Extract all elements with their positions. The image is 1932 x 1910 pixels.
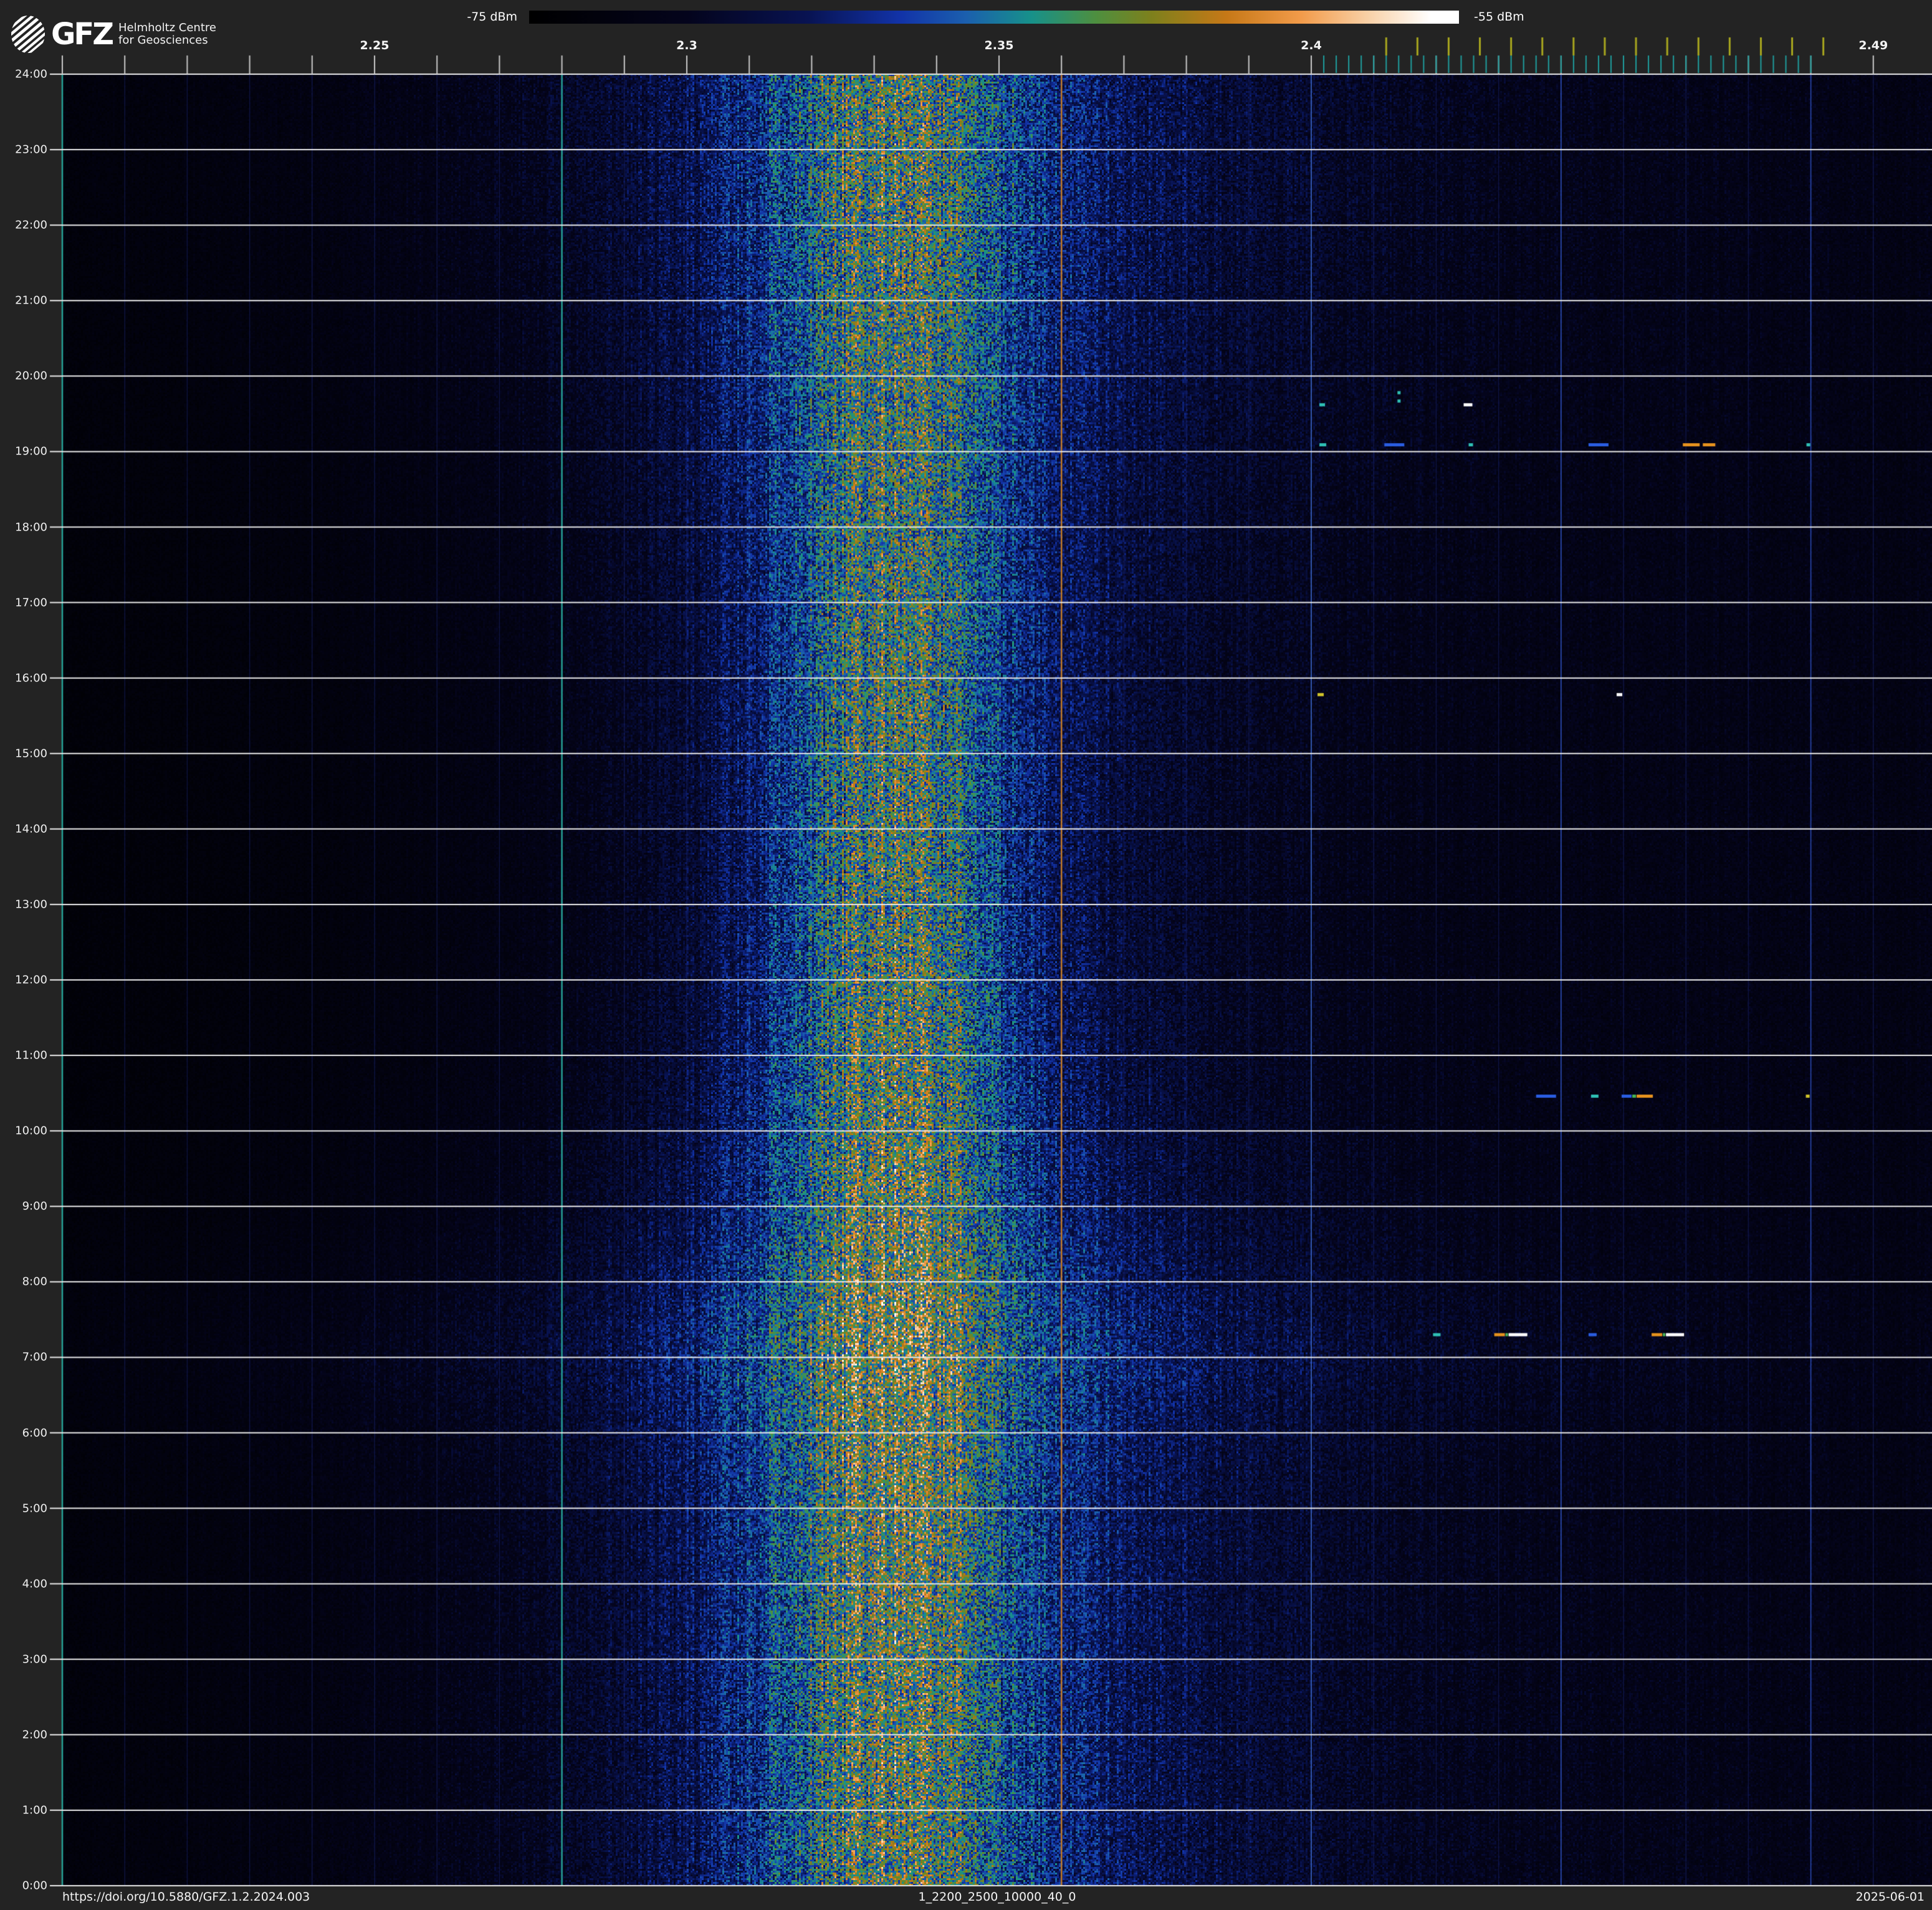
time-tick-label: 24:00 [15, 67, 47, 81]
freq-tick-label: 2.4 [1301, 39, 1322, 52]
time-tick-label: 18:00 [15, 521, 47, 534]
time-tick-label: 19:00 [15, 444, 47, 458]
time-tick-label: 21:00 [15, 294, 47, 307]
footer-date: 2025-06-01 [1855, 1890, 1925, 1904]
time-tick-label: 0:00 [22, 1879, 47, 1893]
logo-subtitle-line2: for Geosciences [118, 34, 208, 47]
time-tick-label: 9:00 [22, 1199, 47, 1213]
freq-tick-label: 2.3 [676, 39, 697, 52]
freq-tick-label: 2.49 [1858, 39, 1888, 52]
colorbar [529, 11, 1459, 24]
gfz-globe-icon [11, 16, 45, 53]
colorbar-max-label: -55 dBm [1474, 10, 1524, 24]
time-tick-label: 10:00 [15, 1124, 47, 1138]
time-tick-label: 2:00 [22, 1728, 47, 1742]
time-tick-label: 1:00 [22, 1803, 47, 1817]
time-tick-label: 17:00 [15, 596, 47, 610]
time-tick-label: 8:00 [22, 1275, 47, 1289]
brand-logo: GFZ Helmholtz Centre for Geosciences [10, 15, 216, 54]
time-tick-label: 3:00 [22, 1653, 47, 1666]
time-tick-label: 23:00 [15, 143, 47, 156]
colorbar-min-label: -75 dBm [467, 10, 517, 24]
time-tick-label: 14:00 [15, 822, 47, 836]
footer-dataset-id: 1_2200_2500_10000_40_0 [918, 1890, 1076, 1904]
logo-subtitle-line1: Helmholtz Centre [118, 21, 216, 34]
spectrogram-page: GFZ Helmholtz Centre for Geosciences -75… [0, 0, 1932, 1910]
time-tick-label: 11:00 [15, 1049, 47, 1062]
logo-acronym: GFZ [51, 17, 114, 52]
time-tick-label: 12:00 [15, 973, 47, 987]
logo-subtitle: Helmholtz Centre for Geosciences [118, 22, 216, 47]
time-tick-label: 15:00 [15, 747, 47, 761]
freq-tick-label: 2.25 [360, 39, 390, 52]
spectrogram-heatmap [62, 74, 1932, 1886]
time-tick-label: 20:00 [15, 369, 47, 383]
freq-tick-label: 2.35 [984, 39, 1014, 52]
time-tick-label: 4:00 [22, 1577, 47, 1591]
time-tick-label: 7:00 [22, 1350, 47, 1364]
time-tick-label: 6:00 [22, 1426, 47, 1439]
footer-doi: https://doi.org/10.5880/GFZ.1.2.2024.003 [62, 1890, 310, 1904]
time-tick-label: 22:00 [15, 218, 47, 232]
time-tick-label: 5:00 [22, 1502, 47, 1515]
time-tick-label: 13:00 [15, 898, 47, 911]
time-tick-label: 16:00 [15, 671, 47, 685]
